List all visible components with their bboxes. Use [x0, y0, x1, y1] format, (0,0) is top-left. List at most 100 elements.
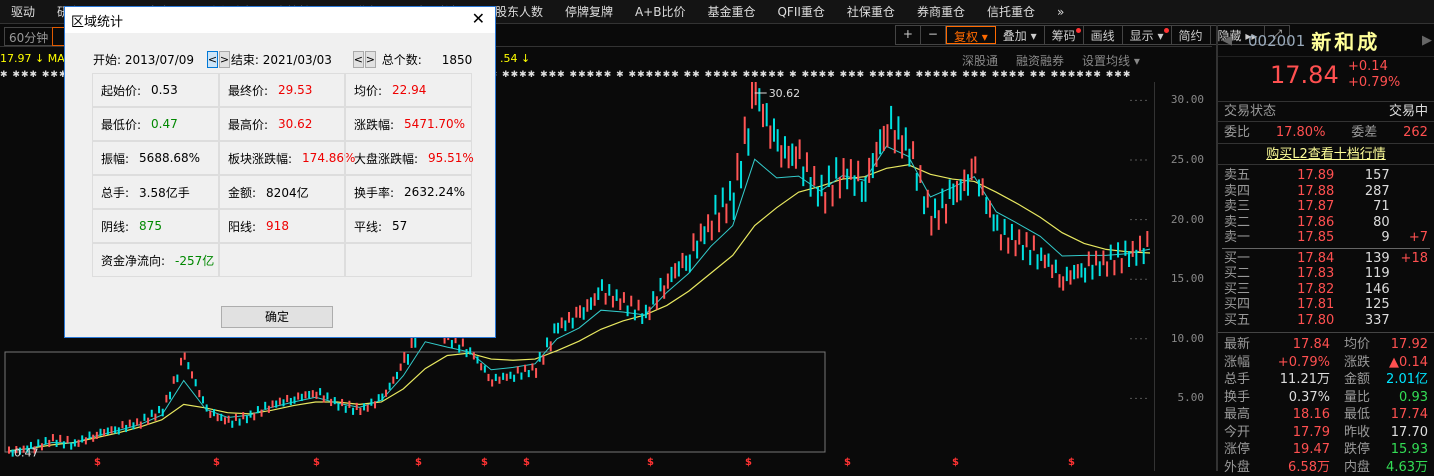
bids-row[interactable]: 买一17.84139+18: [1218, 251, 1434, 267]
level-label: 买四: [1224, 297, 1264, 313]
stat-cell: 金额:8204亿: [219, 175, 345, 209]
asks-row[interactable]: 卖四17.88287: [1218, 184, 1434, 200]
buy-l2-link[interactable]: 购买L2查看十档行情: [1266, 147, 1386, 162]
candle: [974, 156, 976, 173]
candle: [1102, 250, 1104, 265]
candle: [645, 305, 647, 318]
range-header: 开始: 2013/07/09 <> 结束: 2021/03/03 <> 总个数:…: [93, 51, 472, 68]
wb-value: 17.80%: [1276, 122, 1326, 143]
candle: [919, 165, 921, 183]
overlay-dropdown[interactable]: 叠加 ▾: [996, 26, 1045, 44]
level-price: 17.83: [1264, 266, 1334, 282]
nav-item[interactable]: QFII重仓: [766, 3, 835, 20]
count-label: 总个数:: [382, 51, 442, 68]
asks-row[interactable]: 卖一17.859+7: [1218, 230, 1434, 246]
candle: [217, 414, 219, 421]
margin-link[interactable]: 融资融券: [1016, 52, 1064, 69]
display-dropdown[interactable]: 显示 ▾: [1123, 26, 1172, 44]
stat-row: 涨幅+0.79%涨跌▲0.14: [1218, 354, 1434, 372]
candle: [1011, 224, 1013, 240]
nav-item[interactable]: 社保重仓: [836, 3, 906, 20]
start-date: 2013/07/09: [125, 53, 207, 67]
nav-item[interactable]: A+B比价: [624, 3, 697, 20]
candle: [982, 178, 984, 195]
candle: [1091, 265, 1093, 280]
nav-item[interactable]: 券商重仓: [906, 3, 976, 20]
candle: [220, 414, 222, 421]
bids-row[interactable]: 买四17.81125: [1218, 297, 1434, 313]
zoom-in-button[interactable]: +: [896, 26, 921, 44]
candle: [85, 437, 87, 444]
candle: [202, 396, 204, 403]
start-next-button[interactable]: >: [219, 51, 230, 68]
stat-value: 4.63万: [1370, 459, 1428, 476]
low-label: 0.47: [14, 446, 39, 459]
nav-item[interactable]: 基金重仓: [696, 3, 766, 20]
candle: [685, 256, 687, 271]
candle: [78, 440, 80, 447]
level-delta: +7: [1390, 230, 1428, 246]
zoom-out-button[interactable]: −: [921, 26, 946, 44]
end-prev-button[interactable]: <: [353, 51, 364, 68]
end-next-button[interactable]: >: [365, 51, 376, 68]
stat-label: 振幅:: [101, 150, 129, 167]
candle: [1026, 232, 1028, 247]
nav-item[interactable]: »: [1046, 5, 1075, 19]
candle: [1073, 265, 1075, 279]
price-change-pct: +0.79%: [1348, 75, 1400, 90]
candle: [228, 416, 230, 423]
candle: [184, 353, 186, 360]
bids-row[interactable]: 买五17.80337: [1218, 313, 1434, 329]
stat-cell: 阴线:875: [92, 209, 219, 243]
candle: [1077, 264, 1079, 278]
shenguton-link[interactable]: 深股通: [962, 52, 998, 69]
candle: [462, 339, 464, 347]
stat-cell: 阳线:918: [219, 209, 345, 243]
candle: [414, 337, 416, 348]
candle: [56, 440, 58, 447]
period-tab-60min[interactable]: 60分钟: [4, 27, 53, 46]
candle: [590, 297, 592, 310]
candle: [400, 364, 402, 371]
level-delta: [1390, 199, 1428, 215]
candle: [1007, 238, 1009, 254]
bids-row[interactable]: 买三17.82146: [1218, 282, 1434, 298]
level-volume: 139: [1335, 251, 1390, 267]
candle: [1018, 229, 1020, 244]
candle: [176, 375, 178, 383]
fuquan-dropdown[interactable]: 复权 ▾: [946, 26, 996, 44]
stat-row: 最新17.84均价17.92: [1218, 336, 1434, 354]
candle: [147, 418, 149, 425]
candle: [487, 374, 489, 381]
candle: [378, 394, 380, 401]
dialog-title: 区域统计: [71, 15, 123, 30]
trading-status: 交易中: [1389, 104, 1428, 121]
draw-line-button[interactable]: 画线: [1084, 26, 1123, 44]
nav-item[interactable]: 驱动: [0, 3, 46, 20]
ok-button[interactable]: 确定: [221, 306, 333, 328]
stat-label: 最高价:: [228, 116, 268, 133]
asks-row[interactable]: 卖三17.8771: [1218, 199, 1434, 215]
set-ma-dropdown[interactable]: 设置均线 ▾: [1082, 52, 1140, 69]
candle: [209, 411, 211, 418]
candle: [985, 197, 987, 214]
nav-item[interactable]: 信托重仓: [976, 3, 1046, 20]
asks-row[interactable]: 卖二17.8680: [1218, 215, 1434, 231]
next-stock-icon[interactable]: ▶: [1422, 33, 1432, 48]
prev-stock-icon[interactable]: ◀: [1222, 33, 1232, 48]
candle: [696, 241, 698, 259]
candle: [473, 352, 475, 359]
candle: [894, 130, 896, 153]
nav-item[interactable]: 停牌复牌: [554, 3, 624, 20]
close-icon[interactable]: ✕: [472, 9, 485, 28]
simple-button[interactable]: 简约: [1172, 26, 1211, 44]
candle: [868, 158, 870, 183]
candle: [667, 274, 669, 289]
candle: [301, 394, 303, 401]
candle: [788, 146, 790, 168]
start-prev-button[interactable]: <: [207, 51, 218, 68]
candle: [81, 435, 83, 442]
asks-row[interactable]: 卖五17.89157: [1218, 168, 1434, 184]
chips-button[interactable]: 筹码: [1045, 26, 1084, 44]
bids-row[interactable]: 买二17.83119: [1218, 266, 1434, 282]
